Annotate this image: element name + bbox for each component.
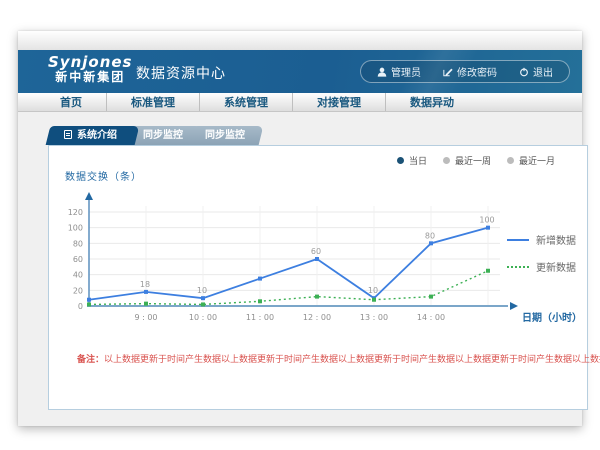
data-point xyxy=(429,295,433,299)
y-axis-title: 数据交换（条） xyxy=(65,168,142,183)
admin-user-button[interactable]: 管理员 xyxy=(377,64,421,79)
document-icon xyxy=(64,130,72,139)
app-header: Synjones 新中新集团 数据资源中心 管理员 修改密码 退出 xyxy=(18,50,582,93)
footnote-prefix: 备注： xyxy=(77,355,104,365)
radio-selected-icon xyxy=(397,157,404,164)
tab-system-intro[interactable]: 系统介绍 xyxy=(46,126,140,145)
x-tick-label: 14 : 00 xyxy=(417,313,445,322)
nav-item-interface-mgmt[interactable]: 对接管理 xyxy=(293,93,386,111)
edit-icon xyxy=(443,67,453,77)
legend-item-new-data: 新增数据 xyxy=(507,232,576,247)
x-tick-label: 12 : 00 xyxy=(303,313,331,322)
power-icon xyxy=(519,67,529,77)
y-tick-label: 0 xyxy=(78,302,83,311)
brand-logo-subtext: 新中新集团 xyxy=(48,71,133,84)
tab-sync-monitor-2[interactable]: 同步监控 xyxy=(189,126,264,145)
data-point xyxy=(372,298,376,302)
data-point-label: 60 xyxy=(311,247,321,256)
data-point xyxy=(144,290,148,294)
time-range-radios: 当日 最近一周 最近一月 xyxy=(397,154,555,167)
brand-logo: Synjones 新中新集团 xyxy=(48,54,133,84)
tab-bar: 系统介绍 同步监控 同步监控 xyxy=(48,126,253,145)
x-tick-label: 13 : 00 xyxy=(360,313,388,322)
data-point xyxy=(258,277,262,281)
main-nav: 首页 标准管理 系统管理 对接管理 数据异动 xyxy=(18,93,582,112)
tab-system-intro-label: 系统介绍 xyxy=(77,130,117,141)
user-actions-group: 管理员 修改密码 退出 xyxy=(360,60,570,83)
y-tick-label: 20 xyxy=(73,286,83,295)
radio-last-week-label: 最近一周 xyxy=(455,154,491,167)
nav-item-home[interactable]: 首页 xyxy=(36,93,107,111)
admin-user-label: 管理员 xyxy=(391,64,421,79)
y-tick-label: 60 xyxy=(73,255,83,264)
data-point xyxy=(315,257,319,261)
data-point-label: 18 xyxy=(140,280,150,289)
data-point xyxy=(429,241,433,245)
legend-line-swatch-green xyxy=(507,266,529,268)
legend-updated-data-label: 更新数据 xyxy=(536,259,576,274)
change-password-button[interactable]: 修改密码 xyxy=(443,64,497,79)
data-point-label: 10 xyxy=(197,286,207,295)
x-tick-label: 9 : 00 xyxy=(134,313,157,322)
data-point xyxy=(486,269,490,273)
data-point-label: 100 xyxy=(479,216,494,225)
tab-sync-monitor-2-label: 同步监控 xyxy=(205,126,245,145)
radio-today[interactable]: 当日 xyxy=(397,154,427,167)
data-point xyxy=(87,302,91,306)
user-icon xyxy=(377,67,387,77)
x-axis-title: 日期（小时） xyxy=(522,311,582,324)
radio-unselected-icon xyxy=(507,157,514,164)
y-tick-label: 100 xyxy=(68,224,83,233)
radio-unselected-icon xyxy=(443,157,450,164)
window-top-strip xyxy=(18,31,582,50)
logout-label: 退出 xyxy=(533,64,553,79)
legend-new-data-label: 新增数据 xyxy=(536,232,576,247)
nav-item-system-mgmt[interactable]: 系统管理 xyxy=(200,93,293,111)
radio-last-month[interactable]: 最近一月 xyxy=(507,154,555,167)
legend-line-swatch-blue xyxy=(507,239,529,241)
page-title: 数据资源中心 xyxy=(136,63,226,83)
data-point-label: 10 xyxy=(368,286,378,295)
nav-item-standard-mgmt[interactable]: 标准管理 xyxy=(107,93,200,111)
footnote: 备注：以上数据更新于时间产生数据以上数据更新于时间产生数据以上数据更新于时间产生… xyxy=(77,352,600,365)
y-axis-arrow xyxy=(85,192,93,200)
chart-panel: 当日 最近一周 最近一月 数据交换（条） 0 20 40 60 80 100 120 9 : … xyxy=(48,145,588,410)
data-point xyxy=(486,226,490,230)
data-point xyxy=(201,296,205,300)
radio-last-week[interactable]: 最近一周 xyxy=(443,154,491,167)
radio-today-label: 当日 xyxy=(409,154,427,167)
logout-button[interactable]: 退出 xyxy=(519,64,553,79)
x-axis-arrow xyxy=(510,302,518,310)
data-point xyxy=(87,298,91,302)
x-tick-label: 11 : 00 xyxy=(246,313,274,322)
y-tick-label: 80 xyxy=(73,239,83,248)
app-window: Synjones 新中新集团 数据资源中心 管理员 修改密码 退出 首页 标准管… xyxy=(18,31,582,426)
data-point xyxy=(201,302,205,306)
data-point xyxy=(258,299,262,303)
y-tick-label: 40 xyxy=(73,271,83,280)
x-tick-label: 10 : 00 xyxy=(189,313,217,322)
data-point xyxy=(315,295,319,299)
nav-item-data-change[interactable]: 数据异动 xyxy=(386,93,478,111)
legend-item-updated-data: 更新数据 xyxy=(507,259,576,274)
chart-legend: 新增数据 更新数据 xyxy=(507,232,576,274)
data-point xyxy=(144,302,148,306)
radio-last-month-label: 最近一月 xyxy=(519,154,555,167)
tab-sync-monitor-1-label: 同步监控 xyxy=(143,126,183,145)
brand-logo-text: Synjones xyxy=(48,54,133,71)
footnote-text: 以上数据更新于时间产生数据以上数据更新于时间产生数据以上数据更新于时间产生数据以… xyxy=(104,355,600,365)
change-password-label: 修改密码 xyxy=(457,64,497,79)
data-point-label: 80 xyxy=(425,231,435,240)
y-tick-label: 120 xyxy=(68,208,83,217)
